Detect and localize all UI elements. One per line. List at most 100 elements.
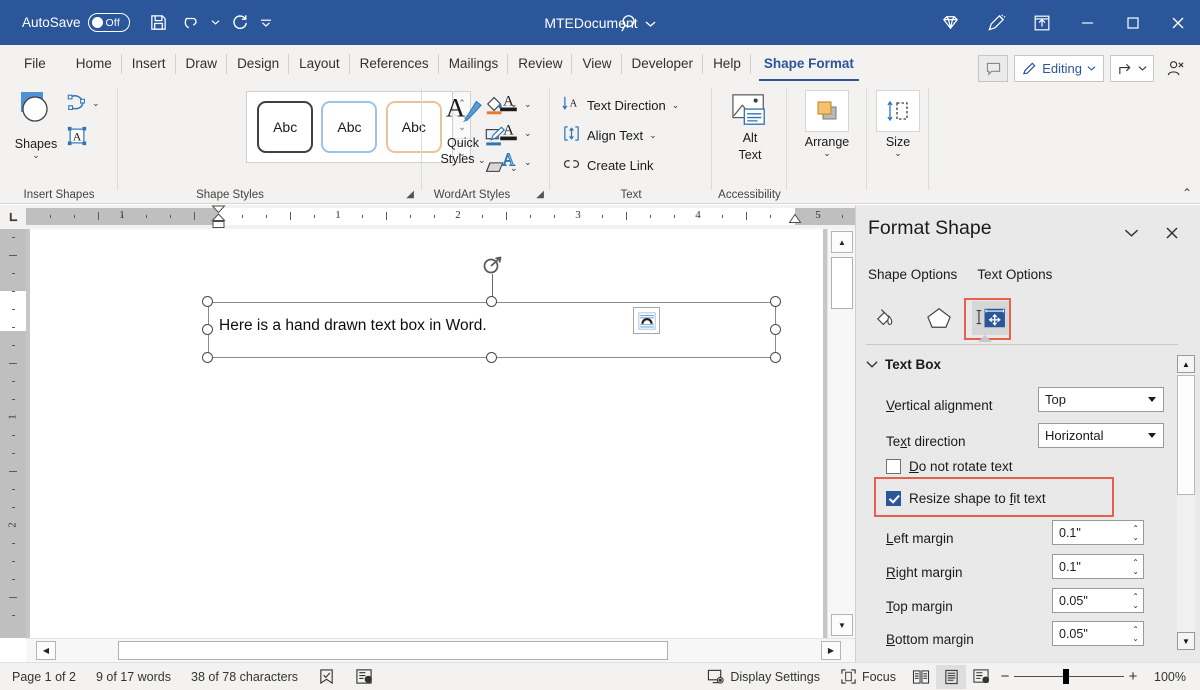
print-layout-icon[interactable] <box>936 665 966 689</box>
layout-options-icon[interactable] <box>633 307 660 334</box>
scroll-right-icon[interactable]: ▶ <box>821 641 841 660</box>
select-vertical-alignment[interactable]: Top <box>1038 387 1164 412</box>
draw-text-box-button[interactable]: A <box>66 125 88 147</box>
arrange-button[interactable]: Arrange ⌄ <box>793 90 861 158</box>
text-fill-outline-icon[interactable] <box>868 301 906 335</box>
document-page[interactable]: Here is a hand drawn text box in Word. <box>30 229 823 638</box>
status-characters[interactable]: 38 of 78 characters <box>181 663 308 690</box>
text-effects-caret-icon[interactable]: ⌄ <box>524 158 532 167</box>
tab-shape-options[interactable]: Shape Options <box>868 267 957 282</box>
undo-dropdown-caret-icon[interactable] <box>208 8 224 38</box>
resize-handle-bottom-right[interactable] <box>770 352 781 363</box>
wordart-styles-dialog-launcher[interactable]: ◢ <box>536 189 544 200</box>
text-outline-button[interactable]: A ⌄ <box>498 119 532 148</box>
tab-draw[interactable]: Draw <box>176 47 228 80</box>
spinner-arrows[interactable]: ⌃⌄ <box>1132 623 1139 644</box>
quick-styles-caret-icon[interactable]: ⌄ <box>478 155 486 165</box>
vertical-scroll-thumb[interactable] <box>831 257 853 309</box>
tab-home[interactable]: Home <box>66 47 122 80</box>
customize-quick-access-toolbar-icon[interactable] <box>258 8 274 38</box>
tab-layout[interactable]: Layout <box>289 47 350 80</box>
save-icon[interactable] <box>144 8 174 38</box>
spinner-arrows[interactable]: ⌃⌄ <box>1132 590 1139 611</box>
spinner-bottom-margin[interactable]: 0.05" ⌃⌄ <box>1052 621 1144 646</box>
document-canvas[interactable]: Here is a hand drawn text box in Word. <box>26 229 827 638</box>
zoom-thumb[interactable] <box>1063 669 1069 684</box>
horizontal-ruler[interactable]: 1 1 2 3 4 5 <box>0 205 855 229</box>
document-title-caret-icon[interactable] <box>645 15 656 31</box>
pane-scroll-thumb[interactable] <box>1177 375 1195 495</box>
comments-button[interactable] <box>978 55 1008 82</box>
focus-button[interactable]: Focus <box>830 663 906 690</box>
web-layout-icon[interactable] <box>966 665 996 689</box>
resize-handle-middle-right[interactable] <box>770 324 781 335</box>
spinner-arrows[interactable]: ⌃⌄ <box>1132 556 1139 577</box>
resize-handle-bottom-center[interactable] <box>486 352 497 363</box>
vertical-ruler[interactable]: 1 2 <box>0 229 26 638</box>
text-direction-caret-icon[interactable]: ⌄ <box>672 101 680 110</box>
diamond-icon[interactable] <box>927 0 973 45</box>
resize-handle-middle-left[interactable] <box>202 324 213 335</box>
share-button[interactable] <box>1110 55 1154 82</box>
maximize-icon[interactable] <box>1110 0 1155 45</box>
pane-scrollbar[interactable]: ▲ ▼ <box>1177 355 1195 650</box>
spinner-right-margin[interactable]: 0.1" ⌃⌄ <box>1052 554 1144 579</box>
undo-icon[interactable] <box>176 8 206 38</box>
text-direction-button[interactable]: A Text Direction ⌄ <box>562 93 679 117</box>
resize-handle-top-left[interactable] <box>202 296 213 307</box>
collapse-ribbon-icon[interactable]: ⌃ <box>1182 186 1192 200</box>
document-vertical-scrollbar[interactable]: ▲ ▼ <box>827 229 855 638</box>
tab-shape-format[interactable]: Shape Format <box>751 47 867 80</box>
checkbox-do-not-rotate-text[interactable]: Do not rotate text <box>886 459 1013 474</box>
create-link-button[interactable]: Create Link <box>562 153 653 177</box>
status-page[interactable]: Page 1 of 2 <box>0 663 86 690</box>
accessibility-checker-icon[interactable] <box>345 663 383 690</box>
zoom-out-button[interactable]: − <box>996 668 1014 685</box>
first-line-indent-marker[interactable] <box>211 205 226 229</box>
scroll-up-icon[interactable]: ▲ <box>831 231 853 253</box>
pane-collapse-icon[interactable] <box>1118 221 1144 245</box>
zoom-level[interactable]: 100% <box>1142 670 1186 684</box>
tab-developer[interactable]: Developer <box>622 47 704 80</box>
share-person-icon[interactable] <box>1160 55 1190 82</box>
text-effects-button[interactable]: A ⌄ <box>498 148 532 177</box>
proofing-icon[interactable] <box>308 663 345 690</box>
text-effects-icon[interactable] <box>920 301 958 335</box>
tab-design[interactable]: Design <box>227 47 289 80</box>
edit-shape-caret-icon[interactable]: ⌄ <box>92 99 100 108</box>
read-mode-icon[interactable] <box>906 665 936 689</box>
select-text-direction[interactable]: Horizontal <box>1038 423 1164 448</box>
text-outline-caret-icon[interactable]: ⌄ <box>524 129 532 138</box>
display-settings-button[interactable]: Display Settings <box>697 663 830 690</box>
alt-text-button[interactable]: Alt Text <box>716 90 784 164</box>
close-icon[interactable] <box>1155 0 1200 45</box>
rotate-handle-icon[interactable] <box>480 254 504 278</box>
pen-icon[interactable] <box>973 0 1019 45</box>
arrange-caret-icon[interactable]: ⌄ <box>793 149 861 158</box>
tab-text-options[interactable]: Text Options <box>977 267 1052 282</box>
pane-scroll-up-icon[interactable]: ▲ <box>1177 355 1195 373</box>
align-text-caret-icon[interactable]: ⌄ <box>649 131 657 140</box>
shapes-dropdown-caret-icon[interactable]: ⌄ <box>10 151 62 160</box>
resize-handle-bottom-left[interactable] <box>202 352 213 363</box>
spinner-left-margin[interactable]: 0.1" ⌃⌄ <box>1052 520 1144 545</box>
zoom-in-button[interactable]: + <box>1124 668 1142 685</box>
textbox-text[interactable]: Here is a hand drawn text box in Word. <box>219 317 487 335</box>
align-text-button[interactable]: Align Text ⌄ <box>562 123 657 147</box>
tab-help[interactable]: Help <box>703 47 751 80</box>
shape-style-option-1[interactable]: Abc <box>257 101 313 153</box>
tab-stop-selector[interactable] <box>0 205 26 229</box>
checkbox-box[interactable] <box>886 459 901 474</box>
autosave-toggle[interactable]: AutoSave Off <box>22 13 130 32</box>
horizontal-scroll-thumb[interactable] <box>118 641 668 660</box>
tab-view[interactable]: View <box>572 47 621 80</box>
textbox-frame[interactable]: Here is a hand drawn text box in Word. <box>208 302 776 358</box>
pane-scroll-track[interactable] <box>1177 495 1195 631</box>
edit-shape-button[interactable]: ⌄ <box>66 92 100 114</box>
tab-review[interactable]: Review <box>508 47 572 80</box>
selected-textbox[interactable]: Here is a hand drawn text box in Word. <box>208 302 776 358</box>
size-caret-icon[interactable]: ⌄ <box>873 149 923 158</box>
shapes-button[interactable]: Shapes ⌄ <box>10 88 62 160</box>
search-icon[interactable] <box>617 10 643 36</box>
document-horizontal-scrollbar[interactable]: ◀ ▶ <box>26 638 855 662</box>
